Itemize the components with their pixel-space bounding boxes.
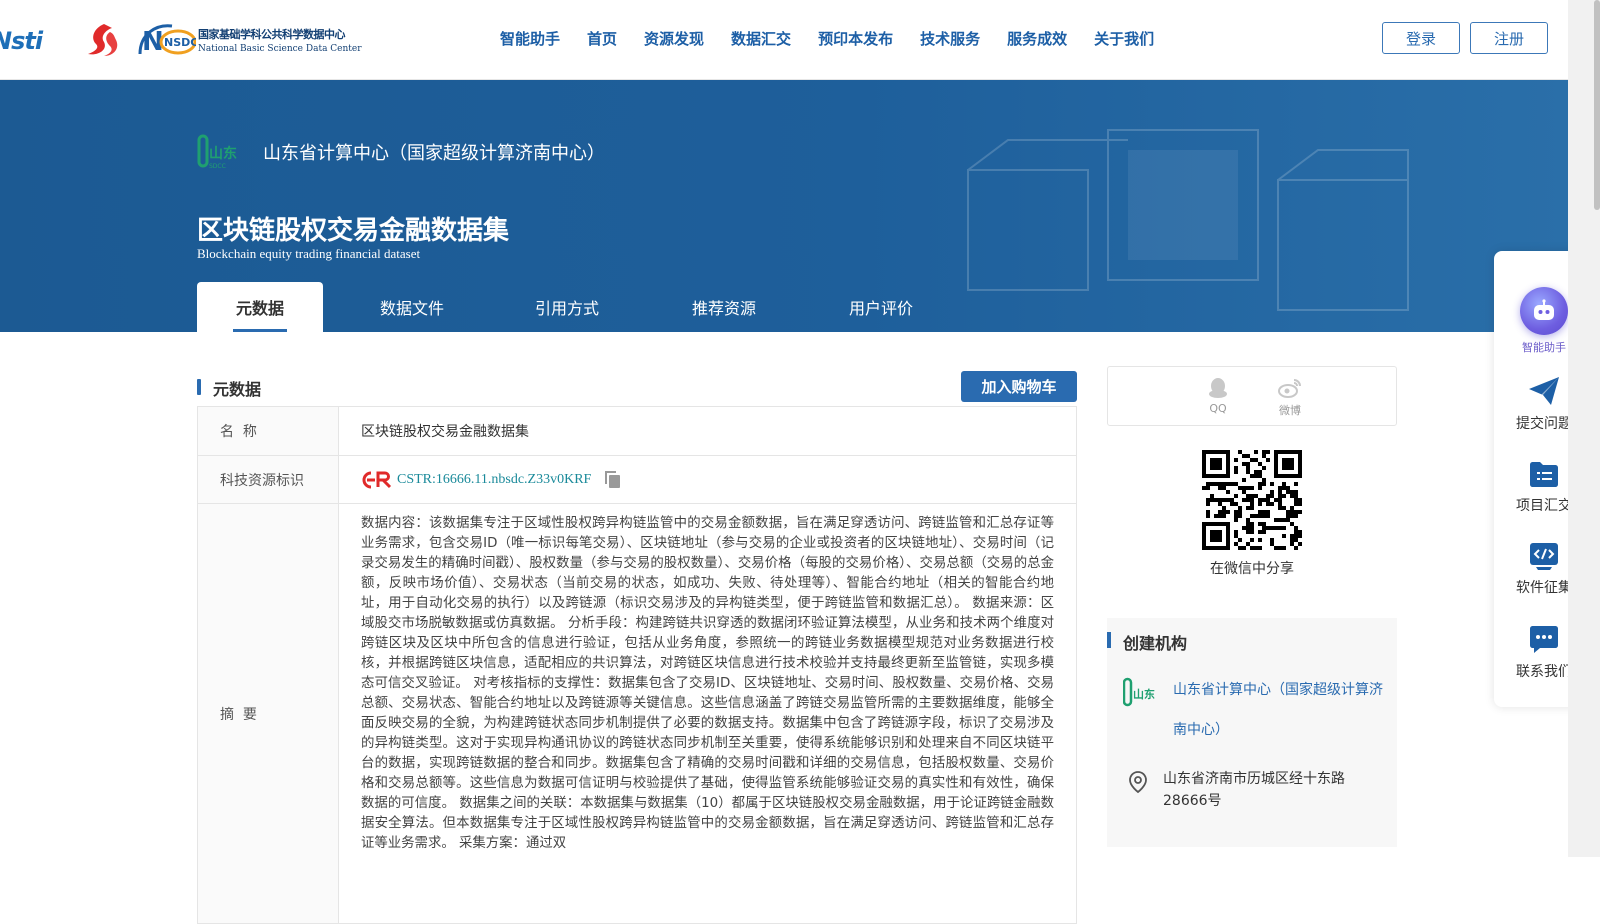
row-value-name: 区块链股权交易金融数据集 <box>361 424 529 440</box>
nav-service-results[interactable]: 服务成效 <box>1007 28 1067 49</box>
table-row: 名 称 区块链股权交易金融数据集 <box>198 407 1076 456</box>
creator-org-link[interactable]: 山东省计算中心（国家超级计算济南中心） <box>1173 670 1383 750</box>
metadata-section-title: 元数据 <box>213 380 262 399</box>
section-accent-bar <box>1107 632 1111 648</box>
svg-text:山东: 山东 <box>209 145 237 162</box>
dataset-subtitle: Blockchain equity trading financial data… <box>197 246 421 261</box>
nav-preprint[interactable]: 预印本发布 <box>818 28 893 49</box>
banner-org-name[interactable]: 山东省计算中心（国家超级计算济南中心） <box>263 139 605 165</box>
auth-buttons: 登录 注册 <box>1382 22 1548 54</box>
wechat-qr-code <box>1202 450 1302 550</box>
row-label-abstract: 摘 要 <box>198 504 339 923</box>
share-box: QQ 微博 <box>1107 366 1397 426</box>
page-scrollbar[interactable] <box>1568 0 1600 857</box>
dataset-banner: 山东 SDCC 山东省计算中心（国家超级计算济南中心） 区块链股权交易金融数据集… <box>0 80 1568 332</box>
banner-decoration <box>967 129 1409 311</box>
nsdc-logo-mark: N NSDC <box>138 24 196 57</box>
weibo-icon <box>1278 379 1301 398</box>
creator-address: 山东省济南市历城区经十东路28666号 <box>1163 771 1345 809</box>
creator-section-title: 创建机构 <box>1123 634 1188 653</box>
nsti-logo-text: Nsti <box>0 27 43 55</box>
section-accent-bar <box>197 379 201 395</box>
qq-label: QQ <box>1209 402 1227 415</box>
nav-ai-assistant[interactable]: 智能助手 <box>500 28 560 49</box>
nsdc-logo[interactable]: N NSDC 国家基础学科公共科学数据中心 National Basic Sci… <box>136 20 362 60</box>
dataset-tabs: 元数据 数据文件 引用方式 推荐资源 用户评价 <box>197 282 947 332</box>
cstr-link[interactable]: CSTR:16666.11.nbsdc.Z33v0KRF <box>397 472 591 488</box>
red-swirl-logo[interactable] <box>82 22 122 58</box>
nav-data-submission[interactable]: 数据汇交 <box>731 28 791 49</box>
nsdc-name-cn: 国家基础学科公共科学数据中心 <box>198 28 345 41</box>
robot-icon <box>1520 287 1568 335</box>
login-button[interactable]: 登录 <box>1382 22 1460 54</box>
tab-citation[interactable]: 引用方式 <box>501 282 633 332</box>
weibo-label: 微博 <box>1279 404 1301 417</box>
nav-home[interactable]: 首页 <box>587 28 617 49</box>
nav-resource-discovery[interactable]: 资源发现 <box>644 28 704 49</box>
row-label-cstr: 科技资源标识 <box>198 456 339 503</box>
row-value-abstract: 数据内容：该数据集专注于区域性股权跨异构链监管中的交易金额数据，旨在满足穿透访问… <box>361 516 1054 851</box>
dataset-title: 区块链股权交易金融数据集 <box>197 216 510 246</box>
tab-metadata[interactable]: 元数据 <box>197 282 323 332</box>
top-header: Nsti N NSDC 国家基础学科公共科学数据中心 National Basi… <box>0 0 1568 80</box>
org-logo: 山东 SDCC <box>197 134 237 170</box>
metadata-section-header: 元数据 加入购物车 <box>197 371 1077 403</box>
location-pin-icon <box>1129 771 1147 794</box>
code-icon <box>1530 543 1558 570</box>
wechat-share-label: 在微信中分享 <box>1210 561 1294 577</box>
nsti-logo[interactable]: Nsti <box>0 25 66 55</box>
scrollbar-thumb[interactable] <box>1594 0 1600 210</box>
register-button[interactable]: 注册 <box>1470 22 1548 54</box>
nav-about-us[interactable]: 关于我们 <box>1094 28 1154 49</box>
svg-text:NSDC: NSDC <box>164 36 196 49</box>
table-row: 科技资源标识 CSTR:16666.11.nbsdc.Z33v0KRF <box>198 456 1076 504</box>
row-label-name: 名 称 <box>198 407 339 455</box>
tab-user-reviews[interactable]: 用户评价 <box>815 282 947 332</box>
add-to-cart-button[interactable]: 加入购物车 <box>961 371 1077 402</box>
creator-panel: 创建机构 山东 山东省计算中心（国家超级计算济南中心） 山东省济南市历城区经十东… <box>1107 618 1397 847</box>
row-value-cstr: CSTR:16666.11.nbsdc.Z33v0KRF <box>339 456 1076 503</box>
svg-text:SDCC: SDCC <box>209 163 226 170</box>
chat-bubble-icon <box>1530 626 1558 653</box>
nav-tech-services[interactable]: 技术服务 <box>920 28 980 49</box>
table-row: 摘 要 数据内容：该数据集专注于区域性股权跨异构链监管中的交易金额数据，旨在满足… <box>198 504 1076 924</box>
creator-org-logo: 山东 <box>1123 677 1155 707</box>
copy-icon[interactable] <box>605 470 621 489</box>
tab-data-files[interactable]: 数据文件 <box>323 282 501 332</box>
share-weibo[interactable]: 微博 <box>1270 377 1310 418</box>
main-nav: 智能助手 首页 资源发现 数据汇交 预印本发布 技术服务 服务成效 关于我们 <box>500 28 1181 49</box>
logo-group: Nsti N NSDC 国家基础学科公共科学数据中心 National Basi… <box>0 18 362 62</box>
share-qq[interactable]: QQ <box>1198 377 1238 415</box>
paper-plane-icon <box>1529 377 1559 405</box>
cstr-logo-icon <box>362 471 392 488</box>
banner-org: 山东 SDCC 山东省计算中心（国家超级计算济南中心） <box>197 132 605 172</box>
nsdc-name-en: National Basic Science Data Center <box>198 44 362 54</box>
folder-list-icon <box>1530 462 1558 487</box>
qq-icon <box>1209 378 1227 398</box>
svg-text:山东: 山东 <box>1133 687 1155 701</box>
metadata-table: 名 称 区块链股权交易金融数据集 科技资源标识 CSTR:16666.11.nb… <box>197 406 1077 924</box>
tab-recommended[interactable]: 推荐资源 <box>633 282 815 332</box>
